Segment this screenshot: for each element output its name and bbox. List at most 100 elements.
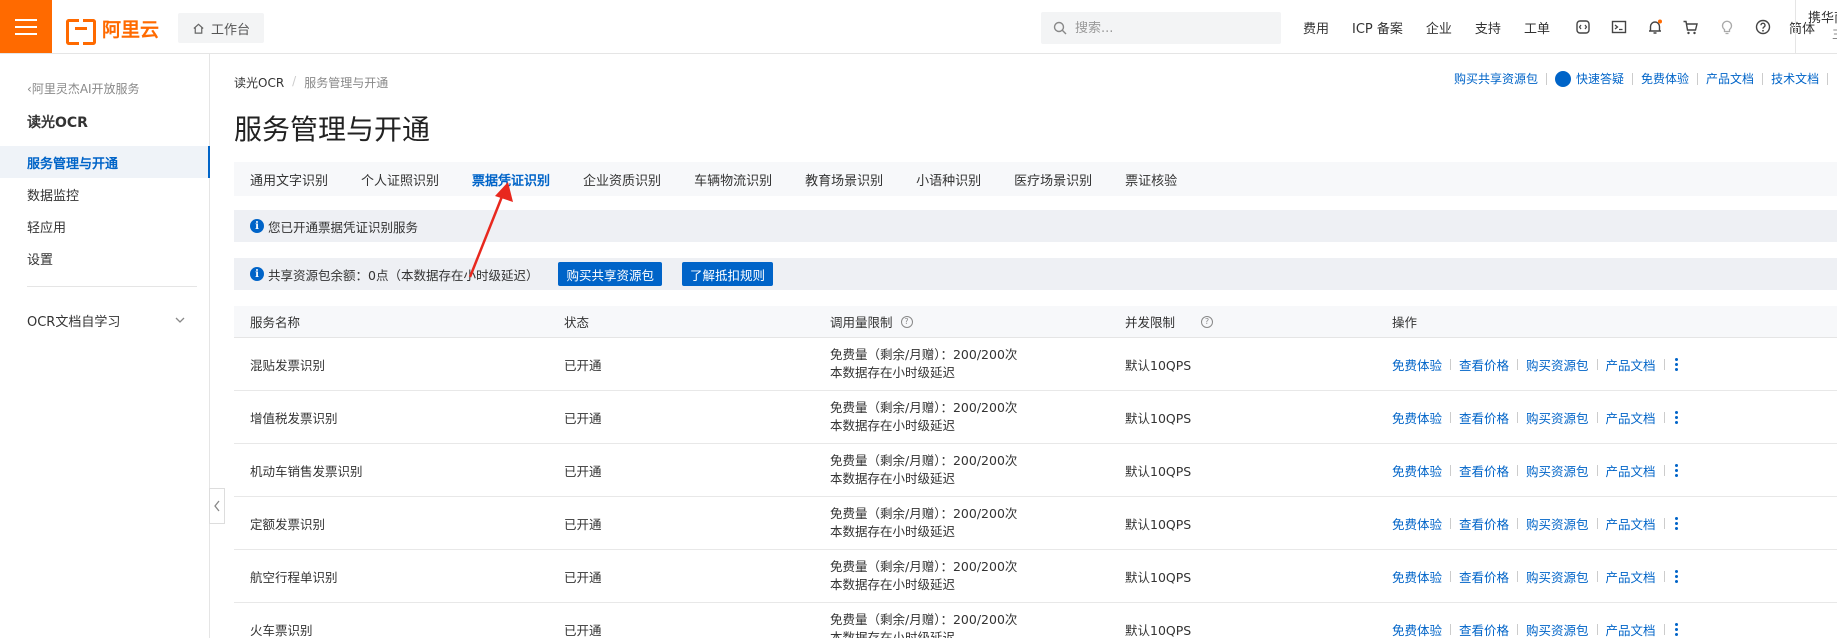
action-link[interactable]: 购买资源包	[1526, 355, 1589, 374]
lightbulb-icon[interactable]	[1717, 17, 1737, 37]
action-link[interactable]: 免费体验	[1392, 514, 1442, 533]
more-actions-icon[interactable]	[1674, 622, 1678, 636]
sidebar-title: 读光OCR	[27, 115, 88, 131]
notice-balance-text: 共享资源包余额：0点（本数据存在小时级延迟）	[268, 267, 539, 283]
tab-medical[interactable]: 医疗场景识别	[1014, 170, 1092, 189]
nav-icp[interactable]: ICP 备案	[1352, 18, 1403, 37]
cell-quota-free: 免费量（剩余/月赠）：200/200次	[830, 453, 1018, 468]
nav-ticket[interactable]: 工单	[1524, 18, 1550, 37]
action-link[interactable]: 免费体验	[1392, 620, 1442, 638]
cell-service-name: 机动车销售发票识别	[250, 463, 363, 479]
bell-icon[interactable]	[1645, 17, 1665, 37]
learn-deduction-rules-button[interactable]: 了解抵扣规则	[681, 262, 773, 286]
sidebar-item-ocr-learning[interactable]: OCR文档自学习	[0, 304, 210, 336]
tab-general-text[interactable]: 通用文字识别	[250, 170, 328, 189]
cell-actions: 免费体验 查看价格 购买资源包 产品文档	[1392, 391, 1678, 443]
link-buy-shared-pack[interactable]: 购买共享资源包	[1454, 70, 1538, 87]
action-link[interactable]: 查看价格	[1459, 355, 1509, 374]
terminal-icon[interactable]	[1609, 17, 1629, 37]
action-link[interactable]: 产品文档	[1606, 620, 1656, 638]
breadcrumb-root[interactable]: 读光OCR	[234, 74, 284, 91]
action-separator	[1596, 411, 1598, 423]
cell-quota: 免费量（剩余/月赠）：200/200次 本数据存在小时级延迟	[830, 338, 1017, 390]
action-link[interactable]: 查看价格	[1459, 567, 1509, 586]
col-quota-label: 调用量限制	[830, 315, 893, 330]
cell-actions: 免费体验 查看价格 购买资源包 产品文档	[1392, 497, 1678, 549]
cell-status: 已开通	[564, 622, 602, 638]
sidebar-item-monitoring[interactable]: 数据监控	[0, 178, 210, 210]
cell-quota-free: 免费量（剩余/月赠）：200/200次	[830, 400, 1018, 415]
link-separator	[1546, 72, 1548, 85]
action-link[interactable]: 查看价格	[1459, 620, 1509, 638]
more-actions-icon[interactable]	[1674, 463, 1678, 477]
more-actions-icon[interactable]	[1674, 569, 1678, 583]
cell-quota-delay: 本数据存在小时级延迟	[830, 524, 956, 539]
link-separator	[1827, 72, 1829, 85]
tab-verification[interactable]: 票证核验	[1125, 170, 1177, 189]
action-link[interactable]: 免费体验	[1392, 408, 1442, 427]
breadcrumb-current: 服务管理与开通	[304, 76, 389, 90]
link-quick-answer[interactable]: 快速答疑	[1576, 70, 1624, 87]
action-link[interactable]: 购买资源包	[1526, 620, 1589, 638]
user-account[interactable]: 携华南 主	[1795, 0, 1837, 54]
tab-vehicle-logistics[interactable]: 车辆物流识别	[694, 170, 772, 189]
action-link[interactable]: 产品文档	[1606, 408, 1656, 427]
sidebar-back-label: 阿里灵杰AI开放服务	[31, 82, 140, 96]
nav-fee[interactable]: 费用	[1303, 18, 1329, 37]
nav-enterprise[interactable]: 企业	[1426, 18, 1452, 37]
action-link[interactable]: 购买资源包	[1526, 514, 1589, 533]
cell-quota: 免费量（剩余/月赠）：200/200次 本数据存在小时级延迟	[830, 444, 1017, 496]
chevron-down-icon	[175, 317, 185, 323]
workbench-button[interactable]: 工作台	[178, 13, 265, 43]
sidebar-item-settings[interactable]: 设置	[0, 242, 210, 274]
action-separator	[1596, 623, 1598, 635]
category-tabs: 通用文字识别 个人证照识别 票据凭证识别 企业资质识别 车辆物流识别 教育场景识…	[234, 162, 1837, 196]
sidebar-collapse-button[interactable]	[209, 488, 225, 524]
link-product-docs[interactable]: 产品文档	[1706, 70, 1754, 87]
action-link[interactable]: 查看价格	[1459, 408, 1509, 427]
sidebar-item-light-apps[interactable]: 轻应用	[0, 210, 210, 242]
action-link[interactable]: 产品文档	[1606, 355, 1656, 374]
tab-minor-language[interactable]: 小语种识别	[916, 170, 981, 189]
action-link[interactable]: 查看价格	[1459, 461, 1509, 480]
col-quota: 调用量限制?	[830, 306, 913, 337]
search-input[interactable]	[1075, 20, 1265, 36]
aliyun-logo[interactable]: 阿里云	[66, 15, 159, 45]
sidebar-back-link[interactable]: ‹阿里灵杰AI开放服务	[27, 80, 140, 97]
menu-icon[interactable]	[0, 0, 52, 53]
search-box[interactable]	[1041, 12, 1281, 44]
top-bar: 阿里云 工作台 费用 ICP 备案 企业 支持 工单 简体 携华南 主	[0, 0, 1837, 54]
cell-concurrency: 默认10QPS	[1125, 516, 1192, 532]
more-actions-icon[interactable]	[1674, 516, 1678, 530]
sidebar-divider	[27, 286, 197, 287]
action-link[interactable]: 免费体验	[1392, 567, 1442, 586]
action-link[interactable]: 产品文档	[1606, 567, 1656, 586]
buy-shared-pack-button[interactable]: 购买共享资源包	[558, 262, 662, 286]
action-link[interactable]: 购买资源包	[1526, 567, 1589, 586]
more-actions-icon[interactable]	[1674, 357, 1678, 371]
more-actions-icon[interactable]	[1674, 410, 1678, 424]
action-link[interactable]: 查看价格	[1459, 514, 1509, 533]
link-tech-docs[interactable]: 技术文档	[1771, 70, 1819, 87]
api-icon[interactable]	[1573, 17, 1593, 37]
cart-icon[interactable]	[1681, 17, 1701, 37]
help-circle-icon[interactable]	[1753, 17, 1773, 37]
notice-service-opened-text: 您已开通票据凭证识别服务	[268, 219, 419, 235]
nav-support[interactable]: 支持	[1475, 18, 1501, 37]
info-icon: i	[250, 219, 264, 233]
tab-personal-id[interactable]: 个人证照识别	[361, 170, 439, 189]
action-link[interactable]: 产品文档	[1606, 514, 1656, 533]
tab-invoice[interactable]: 票据凭证识别	[472, 170, 550, 189]
sidebar-item-service-management[interactable]: 服务管理与开通	[0, 146, 210, 178]
help-icon[interactable]: ?	[1201, 315, 1214, 328]
action-link[interactable]: 免费体验	[1392, 461, 1442, 480]
action-link[interactable]: 购买资源包	[1526, 461, 1589, 480]
link-free-trial[interactable]: 免费体验	[1641, 70, 1689, 87]
tab-enterprise-cert[interactable]: 企业资质识别	[583, 170, 661, 189]
action-link[interactable]: 产品文档	[1606, 461, 1656, 480]
help-icon[interactable]: ?	[900, 315, 913, 328]
action-link[interactable]: 购买资源包	[1526, 408, 1589, 427]
action-separator	[1663, 411, 1665, 423]
action-link[interactable]: 免费体验	[1392, 355, 1442, 374]
tab-education[interactable]: 教育场景识别	[805, 170, 883, 189]
